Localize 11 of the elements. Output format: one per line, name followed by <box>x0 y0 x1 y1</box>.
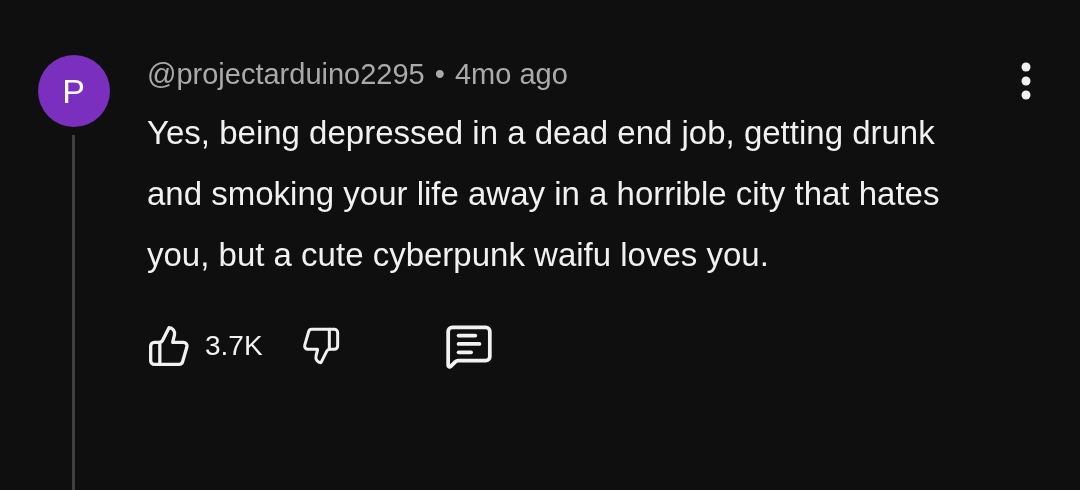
comment-time: 4mo ago <box>454 57 568 92</box>
comment-text: Yes, being depressed in a dead end job, getting drunk and smoking your life away in a horrible city that hates you, but a cute cyberpunk waifu loves you. <box>147 113 941 275</box>
avatar[interactable]: P <box>37 55 110 127</box>
thumbs-up-icon <box>147 324 191 368</box>
like-button[interactable]: 3.7K <box>147 324 263 368</box>
more-options-button[interactable] <box>1021 62 1031 100</box>
thumbs-down-icon <box>300 326 341 366</box>
dislike-button[interactable] <box>300 326 341 366</box>
kebab-menu-icon <box>1021 62 1031 100</box>
separator: • <box>434 57 445 92</box>
comment-author[interactable]: @projectarduino2295 <box>147 54 425 94</box>
